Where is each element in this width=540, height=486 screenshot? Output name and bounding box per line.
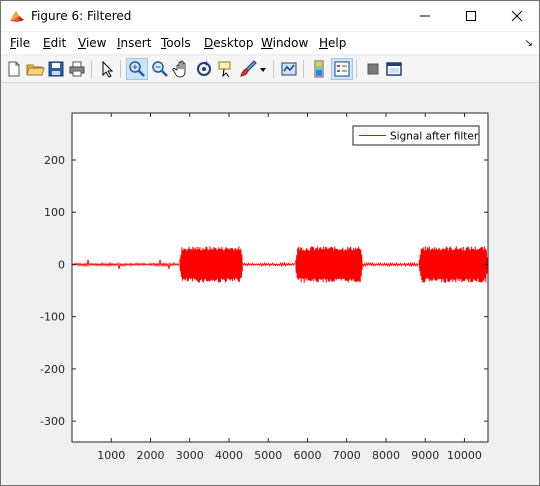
new-figure-icon[interactable] [4, 59, 24, 79]
menu-help[interactable]: Help [319, 36, 346, 50]
menu-file[interactable]: File [10, 36, 30, 50]
zoom-out-icon[interactable] [150, 59, 170, 79]
print-icon[interactable] [67, 59, 87, 79]
open-file-icon[interactable] [25, 59, 45, 79]
x-tick-label: 8000 [372, 449, 400, 462]
toolbar-separator [356, 60, 357, 78]
x-tick-label: 3000 [176, 449, 204, 462]
rotate-3d-icon[interactable] [194, 59, 214, 79]
maximize-button[interactable] [448, 1, 494, 31]
y-tick-label: 200 [44, 154, 65, 167]
matlab-logo-icon [10, 11, 24, 22]
x-tick-label: 9000 [411, 449, 439, 462]
x-tick-label: 2000 [136, 449, 164, 462]
signal-segment [418, 246, 489, 283]
menu-bar: File Edit View Insert Tools Desktop Wind… [1, 32, 539, 54]
menu-edit[interactable]: Edit [43, 36, 66, 50]
insert-colorbar-icon[interactable] [309, 59, 329, 79]
y-tick-label: -300 [40, 415, 65, 428]
brush-dropdown-icon[interactable] [258, 59, 268, 79]
toolbar-separator [91, 60, 92, 78]
figure-toolbar [1, 56, 539, 83]
y-tick-label: -200 [40, 363, 65, 376]
toolbar-separator [303, 60, 304, 78]
window-title: Figure 6: Filtered [31, 9, 132, 23]
close-button[interactable] [494, 1, 539, 31]
save-icon[interactable] [46, 59, 66, 79]
title-bar[interactable]: Figure 6: Filtered [1, 1, 539, 31]
legend[interactable]: Signal after filter [352, 125, 480, 146]
x-tick-label: 5000 [254, 449, 282, 462]
menu-window[interactable]: Window [261, 36, 308, 50]
minimize-button[interactable] [402, 1, 448, 31]
y-tick-label: -100 [40, 311, 65, 324]
zoom-in-icon[interactable] [126, 58, 148, 80]
pan-hand-icon[interactable] [172, 59, 192, 79]
x-tick-label: 7000 [333, 449, 361, 462]
insert-legend-icon[interactable] [331, 58, 353, 80]
x-tick-label: 10000 [447, 449, 482, 462]
menu-tools[interactable]: Tools [161, 36, 191, 50]
maximize-icon [466, 11, 476, 21]
toolbar-separator [273, 60, 274, 78]
close-icon [511, 10, 523, 22]
menu-desktop[interactable]: Desktop [204, 36, 254, 50]
edit-plot-arrow-icon[interactable] [97, 59, 117, 79]
menu-overflow-arrow[interactable]: ↘ [525, 38, 533, 49]
x-tick-label: 6000 [293, 449, 321, 462]
signal-segment [295, 246, 363, 283]
menu-insert[interactable]: Insert [117, 36, 151, 50]
link-plot-icon[interactable] [279, 59, 299, 79]
signal-chart[interactable]: 1000 2000 3000 4000 5000 6000 7000 8000 9000 1000… [1, 83, 539, 485]
y-tick-label: 100 [44, 206, 65, 219]
x-tick-label: 1000 [97, 449, 125, 462]
minimize-icon [420, 15, 430, 17]
hide-plot-tools-icon[interactable] [363, 59, 383, 79]
figure-canvas: 1000 2000 3000 4000 5000 6000 7000 8000 9000 1000… [1, 83, 539, 485]
show-plot-tools-icon[interactable] [384, 59, 404, 79]
toolbar-separator [120, 60, 121, 78]
data-cursor-icon[interactable] [216, 59, 236, 79]
brush-icon[interactable] [238, 59, 258, 79]
y-tick-label: 0 [58, 258, 65, 271]
legend-entry-label: Signal after filter [390, 131, 479, 143]
signal-segment [179, 246, 243, 283]
figure-window: Figure 6: Filtered File Edit View Insert… [0, 0, 540, 486]
x-tick-label: 4000 [215, 449, 243, 462]
menu-view[interactable]: View [78, 36, 106, 50]
